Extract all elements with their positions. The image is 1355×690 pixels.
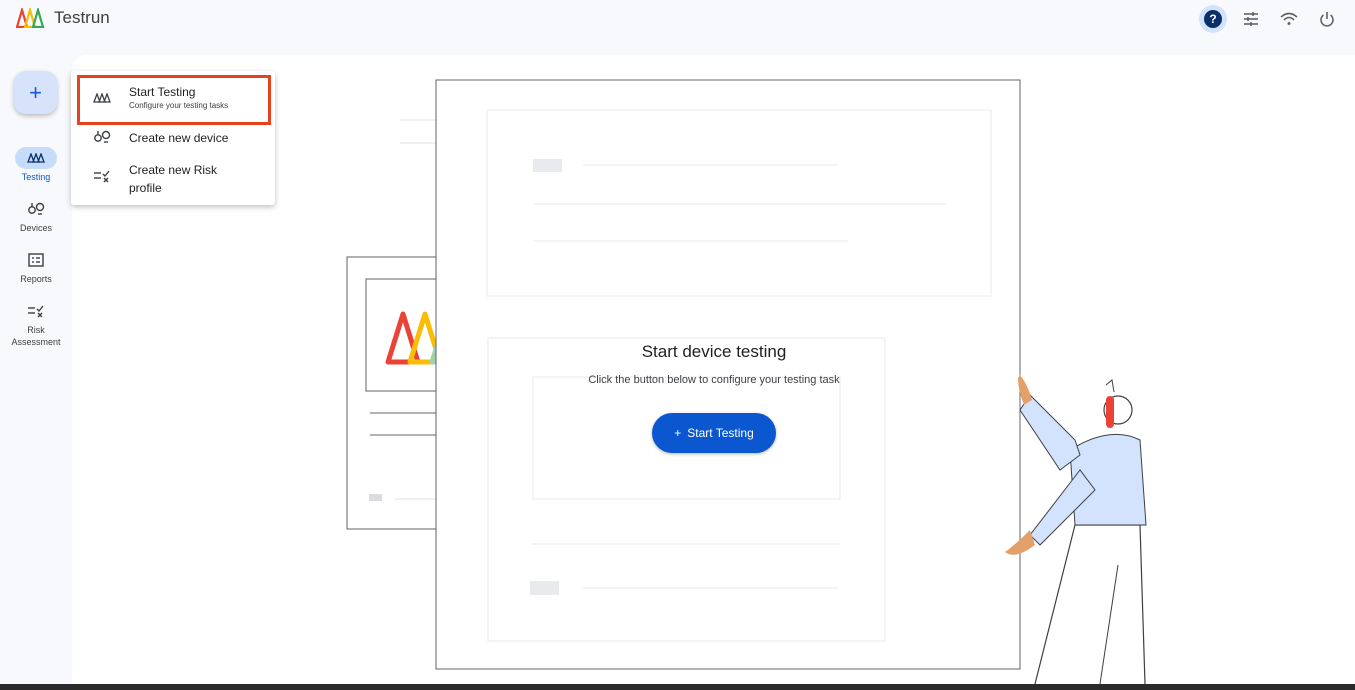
menu-item-create-risk-profile[interactable]: Create new Risk profile	[71, 159, 275, 199]
menu-item-label: Create new device	[129, 131, 229, 145]
testrun-logo-icon	[93, 92, 111, 106]
person-illustration	[1005, 375, 1147, 684]
menu-item-sublabel: Configure your testing tasks	[129, 101, 229, 110]
empty-state-subheading: Click the button below to configure your…	[588, 374, 840, 386]
start-testing-button-label: Start Testing	[687, 426, 754, 440]
risk-assessment-icon	[93, 169, 111, 186]
app-window: Testrun ? + Testing Devices Reports Risk…	[0, 0, 1355, 684]
plus-icon: +	[674, 426, 682, 440]
start-testing-button[interactable]: + Start Testing	[652, 413, 776, 453]
empty-state-heading: Start device testing	[641, 342, 787, 361]
devices-icon	[93, 130, 111, 147]
create-menu: Start Testing Configure your testing tas…	[71, 71, 275, 205]
menu-item-create-device[interactable]: Create new device	[71, 127, 275, 149]
menu-item-label: Create new Risk profile	[129, 163, 218, 195]
menu-item-start-testing[interactable]: Start Testing Configure your testing tas…	[71, 81, 275, 125]
menu-item-label: Start Testing	[129, 85, 196, 99]
